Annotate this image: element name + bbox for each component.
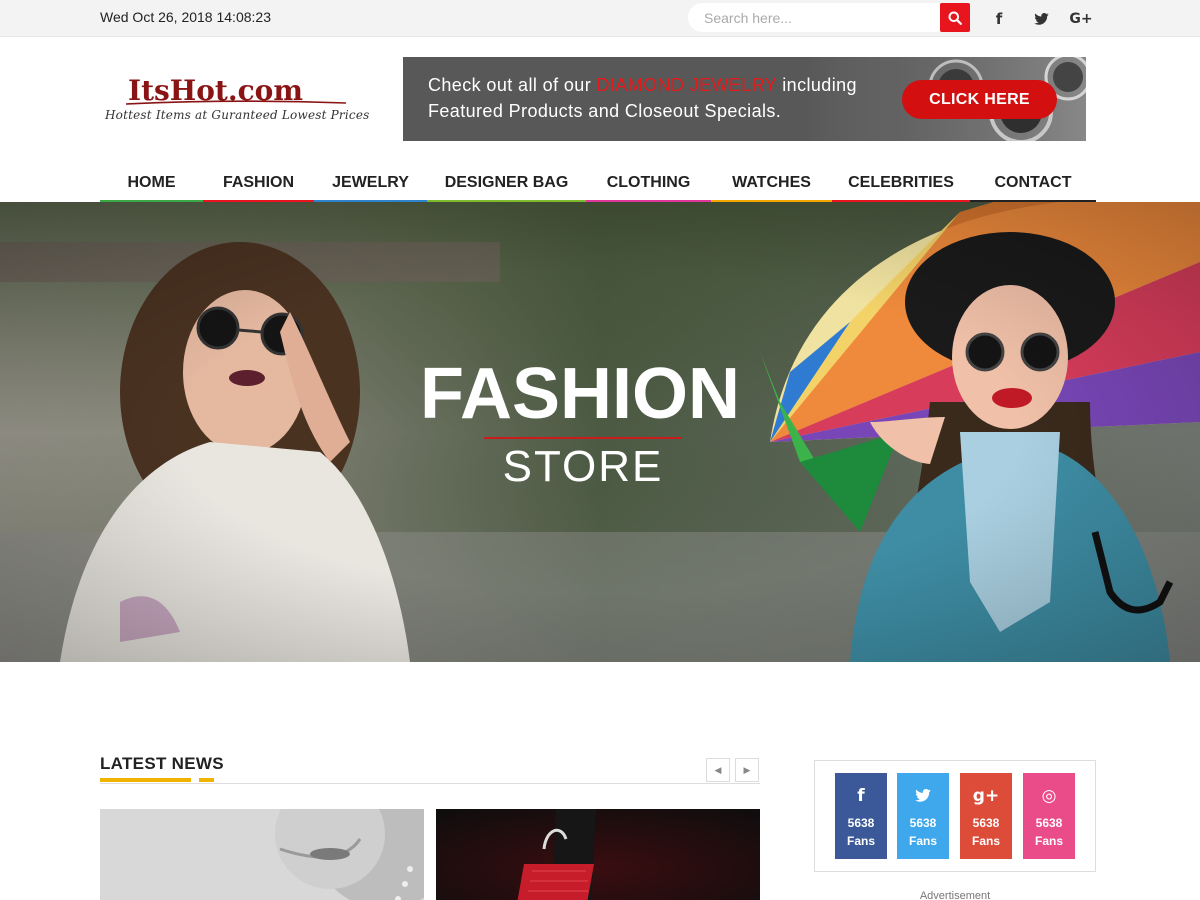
- news-card-image: [436, 809, 760, 900]
- nav-item-designer-bag[interactable]: DESIGNER BAG: [427, 166, 586, 202]
- top-bar: Wed Oct 26, 2018 14:08:23 f G+: [0, 0, 1200, 37]
- dribbble-counter[interactable]: ◎ 5638 Fans: [1023, 773, 1075, 859]
- dribbble-count: 5638: [1035, 816, 1063, 830]
- news-card[interactable]: [100, 809, 424, 900]
- social-counters: f 5638 Fans 5638 Fans g+ 5638 Fans ◎ 563…: [814, 760, 1096, 872]
- hero-subtitle: STORE: [502, 442, 664, 491]
- nav-item-contact[interactable]: CONTACT: [970, 166, 1096, 202]
- logo-swoosh-icon: [126, 100, 346, 105]
- ad-text-lead: Check out all of our: [428, 75, 597, 95]
- facebook-counter[interactable]: f 5638 Fans: [835, 773, 887, 859]
- title-underline-dot: [199, 778, 214, 782]
- dribbble-icon: ◎: [1041, 786, 1057, 806]
- advertisement-label: Advertisement: [919, 890, 991, 900]
- google-plus-label: Fans: [971, 834, 1000, 848]
- diamond-jewelry-ad-banner[interactable]: Check out all of our DIAMOND JEWELRY inc…: [403, 57, 1086, 141]
- current-datetime: Wed Oct 26, 2018 14:08:23: [100, 9, 271, 25]
- facebook-icon: f: [857, 786, 865, 806]
- title-underline: [100, 778, 191, 782]
- hero-divider: [484, 437, 682, 439]
- google-plus-count: 5638: [972, 816, 1000, 830]
- google-plus-link[interactable]: G+: [1066, 0, 1096, 37]
- news-prev-button[interactable]: ◀: [706, 758, 730, 782]
- facebook-link[interactable]: f: [984, 0, 1014, 37]
- ad-highlight: DIAMOND JEWELRY: [596, 75, 777, 95]
- news-card-image: [100, 809, 424, 900]
- twitter-counter[interactable]: 5638 Fans: [897, 773, 949, 859]
- latest-news-title: LATEST NEWS: [100, 754, 224, 773]
- search-input[interactable]: [688, 3, 940, 32]
- dribbble-label: Fans: [1034, 834, 1063, 848]
- nav-item-jewelry[interactable]: JEWELRY: [314, 166, 427, 202]
- facebook-icon: f: [995, 9, 1003, 28]
- nav-item-watches[interactable]: WATCHES: [711, 166, 832, 202]
- nav-item-fashion[interactable]: FASHION: [203, 166, 314, 202]
- nav-item-home[interactable]: HOME: [100, 166, 203, 202]
- nav-item-clothing[interactable]: CLOTHING: [586, 166, 711, 202]
- site-logo[interactable]: ItsHot.com Hottest Items at Guranteed Lo…: [104, 72, 380, 132]
- ad-text: Check out all of our DIAMOND JEWELRY inc…: [428, 72, 898, 124]
- main-nav: HOME FASHION JEWELRY DESIGNER BAG CLOTHI…: [100, 166, 1096, 202]
- google-plus-icon: g+: [972, 786, 1000, 806]
- nav-item-celebrities[interactable]: CELEBRITIES: [832, 166, 970, 202]
- google-plus-counter[interactable]: g+ 5638 Fans: [960, 773, 1012, 859]
- twitter-link[interactable]: [1026, 0, 1056, 37]
- chevron-left-icon: ◀: [714, 764, 722, 775]
- facebook-count: 5638: [847, 816, 875, 830]
- hero-title: FASHION: [419, 354, 741, 434]
- twitter-icon: [1033, 12, 1049, 25]
- latest-news-header: LATEST NEWS ◀ ▶: [100, 754, 760, 784]
- news-next-button[interactable]: ▶: [735, 758, 759, 782]
- search-icon: [948, 11, 962, 25]
- google-plus-icon: G+: [1069, 10, 1093, 27]
- facebook-label: Fans: [846, 834, 875, 848]
- logo-tagline: Hottest Items at Guranteed Lowest Prices: [105, 108, 370, 122]
- chevron-right-icon: ▶: [743, 764, 751, 775]
- news-card[interactable]: [436, 809, 760, 900]
- twitter-label: Fans: [908, 834, 937, 848]
- twitter-icon: [897, 786, 949, 806]
- search-button[interactable]: [940, 3, 970, 32]
- click-here-button[interactable]: CLICK HERE: [902, 80, 1057, 119]
- search-box: [688, 3, 970, 32]
- hero-banner: FASHION STORE: [0, 202, 1200, 662]
- twitter-count: 5638: [909, 816, 937, 830]
